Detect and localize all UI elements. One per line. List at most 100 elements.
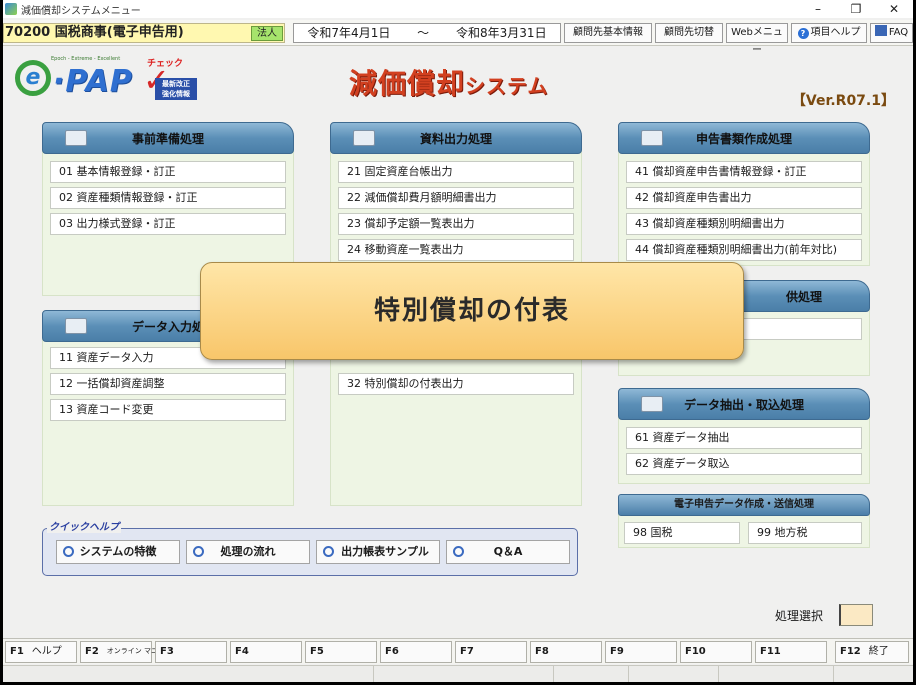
logo-pap: ·PAP — [53, 64, 133, 99]
version-label: 【Ver.R07.1】 — [791, 93, 895, 109]
status-divider — [373, 666, 374, 682]
notebook-icon — [65, 130, 87, 146]
system-title: 減価償却システム — [349, 62, 548, 102]
menu-item-22[interactable]: 22 減価償却費月額明細書出力 — [338, 187, 574, 209]
app-icon — [5, 3, 17, 15]
menu-item-13[interactable]: 13 資産コード変更 — [50, 399, 286, 421]
window-title: 減価償却システムメニュー — [21, 5, 141, 17]
f6-button[interactable]: F6 — [380, 641, 452, 663]
close-button[interactable]: ✕ — [875, 0, 913, 18]
maximize-button[interactable]: ❐ — [837, 0, 875, 18]
menu-item-02[interactable]: 02 資産種類情報登録・訂正 — [50, 187, 286, 209]
latest-revision-check[interactable]: チェック ✓ 最新改正 強化情報 — [143, 56, 199, 102]
client-switch-button[interactable]: 顧問先切替 — [655, 23, 723, 43]
prep-panel-header: 事前準備処理 — [42, 122, 294, 154]
f11-button[interactable]: F11 — [755, 641, 827, 663]
faq-button[interactable]: FAQ — [870, 23, 913, 43]
menu-item-32[interactable]: 32 特別償却の付表出力 — [338, 373, 574, 395]
magnifier-icon — [453, 546, 464, 557]
f10-button[interactable]: F10 — [680, 641, 752, 663]
efile-panel-title: 電子申告データ作成・送信処理 — [674, 499, 814, 510]
f11-key: F11 — [760, 646, 781, 657]
quick-help-flow-button[interactable]: 処理の流れ — [186, 540, 310, 564]
corp-type-badge: 法人 — [251, 26, 283, 41]
menu-item-43[interactable]: 43 償却資産種類別明細書出力 — [626, 213, 862, 235]
output-panel-title: 資料出力処理 — [419, 131, 492, 146]
f5-button[interactable]: F5 — [305, 641, 377, 663]
system-title-main: 減価償却 — [349, 67, 466, 100]
status-divider — [628, 666, 629, 682]
menu-item-42[interactable]: 42 償却資産申告書出力 — [626, 187, 862, 209]
client-switch-label: 顧問先切替 — [664, 27, 714, 38]
f7-button[interactable]: F7 — [455, 641, 527, 663]
f2-manual-button[interactable]: F2 オンライン マニュアル — [80, 641, 179, 663]
status-divider — [718, 666, 719, 682]
folder-icon — [641, 396, 663, 412]
magnifier-icon — [193, 546, 204, 557]
f4-key: F4 — [235, 646, 249, 657]
efile-panel-header: 電子申告データ作成・送信処理 — [618, 494, 870, 516]
f12-key: F12 — [840, 646, 861, 657]
menu-item-23[interactable]: 23 償却予定額一覧表出力 — [338, 213, 574, 235]
quick-help-features-button[interactable]: システムの特徴 — [56, 540, 180, 564]
f6-key: F6 — [385, 646, 399, 657]
quick-help-label: クイックヘルプ — [47, 518, 121, 533]
f9-button[interactable]: F9 — [605, 641, 677, 663]
f1-label: ヘルプ — [31, 646, 62, 657]
f3-button[interactable]: F3 — [155, 641, 227, 663]
f12-exit-button[interactable]: F12 終了 — [835, 641, 909, 663]
status-divider — [553, 666, 554, 682]
epap-logo: Epoch - Extreme - Excellent e ·PAP — [15, 56, 135, 102]
quick-help-features-label: システムの特徴 — [79, 545, 157, 558]
web-menu-button[interactable]: Webメニュー — [726, 23, 788, 56]
menu-item-12[interactable]: 12 一括償却資産調整 — [50, 373, 286, 395]
process-select-label: 処理選択 — [775, 609, 824, 623]
f4-button[interactable]: F4 — [230, 641, 302, 663]
f8-button[interactable]: F8 — [530, 641, 602, 663]
period-separator: ～ — [417, 26, 430, 40]
f3-key: F3 — [160, 646, 174, 657]
f2-label: オンライン マニュアル — [106, 647, 179, 655]
client-info-button[interactable]: 顧問先基本情報 — [564, 23, 652, 43]
printer-icon — [641, 130, 663, 146]
f12-label: 終了 — [868, 646, 889, 657]
company-field: 70200 国税商事(電子申告用) 法人 — [3, 23, 285, 43]
f1-help-button[interactable]: F1 ヘルプ — [5, 641, 77, 663]
menu-item-44[interactable]: 44 償却資産種類別明細書出力(前年対比) — [626, 239, 862, 261]
quick-help-qa-button[interactable]: Q＆A — [446, 540, 570, 564]
menu-item-24[interactable]: 24 移動資産一覧表出力 — [338, 239, 574, 261]
extract-panel-title: データ抽出・取込処理 — [683, 397, 804, 412]
title-bar: 減価償却システムメニュー – ❐ ✕ — [3, 0, 913, 18]
f9-key: F9 — [610, 646, 624, 657]
menu-item-98[interactable]: 98 国税 — [624, 522, 740, 544]
report-panel-header: 申告書類作成処理 — [618, 122, 870, 154]
magnifier-icon — [323, 546, 334, 557]
system-title-sub: システム — [465, 74, 549, 98]
menu-item-62[interactable]: 62 資産データ取込 — [626, 453, 862, 475]
menu-item-41[interactable]: 41 償却資産申告書情報登録・訂正 — [626, 161, 862, 183]
computer-icon — [65, 318, 87, 334]
menu-item-21[interactable]: 21 固定資産台帳出力 — [338, 161, 574, 183]
item-help-button[interactable]: ? 項目ヘルプ — [791, 23, 867, 43]
menu-item-99[interactable]: 99 地方税 — [748, 522, 862, 544]
process-select-input[interactable] — [839, 604, 873, 626]
menu-item-01[interactable]: 01 基本情報登録・訂正 — [50, 161, 286, 183]
output-panel-header: 資料出力処理 — [330, 122, 582, 154]
menu-item-61[interactable]: 61 資産データ抽出 — [626, 427, 862, 449]
menu-item-03[interactable]: 03 出力様式登録・訂正 — [50, 213, 286, 235]
help-question-icon: ? — [797, 28, 809, 39]
tooltip-overlay: 特別償却の付表 — [200, 262, 744, 360]
revision-badge-line1: 最新改正 — [162, 80, 190, 88]
period-from: 令和7年4月1日 — [307, 26, 391, 40]
period-to: 令和8年3月31日 — [456, 26, 547, 40]
item-help-label: 項目ヘルプ — [810, 27, 861, 38]
printer-icon — [353, 130, 375, 146]
f8-key: F8 — [535, 646, 549, 657]
revision-badge-line2: 強化情報 — [162, 90, 190, 98]
status-bar — [3, 665, 913, 682]
minimize-button[interactable]: – — [799, 0, 837, 18]
quick-help-sample-button[interactable]: 出力帳表サンプル — [316, 540, 440, 564]
quick-help-qa-label: Q＆A — [493, 545, 523, 558]
company-name: 70200 国税商事(電子申告用) — [5, 25, 184, 40]
f2-key: F2 — [85, 646, 99, 657]
